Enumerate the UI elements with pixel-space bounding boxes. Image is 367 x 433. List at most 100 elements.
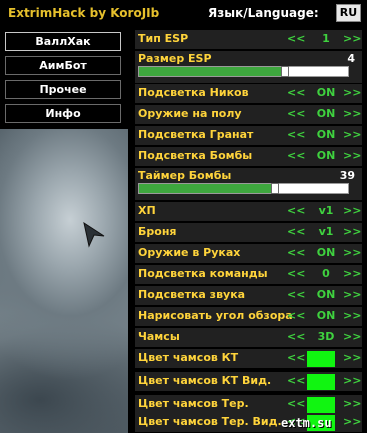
- slider-value: 4: [347, 52, 355, 65]
- next-arrow-button[interactable]: >>: [343, 397, 361, 410]
- slider-fill: [139, 184, 275, 193]
- setting-label: Тип ESP: [138, 32, 189, 45]
- setting-row-armor: Броня << v1 >>: [135, 223, 362, 242]
- tab-info[interactable]: Инфо: [5, 104, 121, 123]
- next-arrow-button[interactable]: >>: [343, 288, 361, 301]
- slider-thumb[interactable]: [281, 66, 290, 77]
- setting-row-team-glow: Подсветка команды << 0 >>: [135, 265, 362, 284]
- setting-value: v1: [318, 225, 334, 238]
- setting-row-bomb-glow: Подсветка Бомбы << ON >>: [135, 147, 362, 166]
- tab-wallhack[interactable]: ВаллХак: [5, 32, 121, 51]
- setting-label: Броня: [138, 225, 177, 238]
- setting-row-grenade-glow: Подсветка Гранат << ON >>: [135, 126, 362, 145]
- setting-value: ON: [316, 107, 336, 120]
- setting-label: Цвет чамсов КТ: [138, 351, 239, 364]
- prev-arrow-button[interactable]: <<: [287, 288, 305, 301]
- slider-track[interactable]: [138, 183, 349, 194]
- language-button[interactable]: RU: [336, 4, 361, 22]
- next-arrow-button[interactable]: >>: [343, 204, 361, 217]
- prev-arrow-button[interactable]: <<: [287, 204, 305, 217]
- prev-arrow-button[interactable]: <<: [287, 374, 305, 387]
- setting-value: ON: [316, 149, 336, 162]
- setting-label: Оружие в Руках: [138, 246, 241, 259]
- setting-row-hp: ХП << v1 >>: [135, 202, 362, 221]
- color-row-chams-t: Цвет чамсов Тер. << >>: [135, 395, 362, 414]
- prev-arrow-button[interactable]: <<: [287, 107, 305, 120]
- setting-label: Нарисовать угол обзора: [138, 309, 293, 322]
- setting-value: 1: [322, 32, 330, 45]
- title-bar: ExtrimHack by KoroJIb Язык/Language: RU: [0, 0, 367, 27]
- tab-aimbot[interactable]: АимБот: [5, 56, 121, 75]
- setting-row-nick-glow: Подсветка Ников << ON >>: [135, 84, 362, 103]
- setting-label: Подсветка Гранат: [138, 128, 254, 141]
- color-row-chams-ct: Цвет чамсов КТ << >>: [135, 349, 362, 368]
- next-arrow-button[interactable]: >>: [343, 309, 361, 322]
- watermark: extm.su: [281, 416, 332, 430]
- mouse-cursor-icon: [83, 222, 105, 248]
- setting-row-sound-glow: Подсветка звука << ON >>: [135, 286, 362, 305]
- prev-arrow-button[interactable]: <<: [287, 32, 305, 45]
- setting-value: ON: [316, 309, 336, 322]
- slider-label: Размер ESP: [138, 52, 212, 65]
- prev-arrow-button[interactable]: <<: [287, 86, 305, 99]
- next-arrow-button[interactable]: >>: [343, 86, 361, 99]
- next-arrow-button[interactable]: >>: [343, 267, 361, 280]
- next-arrow-button[interactable]: >>: [343, 246, 361, 259]
- setting-label: ХП: [138, 204, 156, 217]
- prev-arrow-button[interactable]: <<: [287, 225, 305, 238]
- setting-label: Оружие на полу: [138, 107, 242, 120]
- prev-arrow-button[interactable]: <<: [287, 397, 305, 410]
- setting-row-floor-weapons: Оружие на полу << ON >>: [135, 105, 362, 124]
- prev-arrow-button[interactable]: <<: [287, 309, 305, 322]
- prev-arrow-button[interactable]: <<: [287, 246, 305, 259]
- next-arrow-button[interactable]: >>: [343, 330, 361, 343]
- slider-thumb[interactable]: [270, 183, 279, 194]
- settings-panel: Тип ESP << 1 >> Размер ESP 4 Подсветка Н…: [128, 27, 367, 433]
- setting-value: 0: [322, 267, 330, 280]
- setting-label: Цвет чамсов Тер.: [138, 397, 249, 410]
- color-swatch[interactable]: [307, 351, 335, 367]
- next-arrow-button[interactable]: >>: [343, 149, 361, 162]
- setting-label: Подсветка звука: [138, 288, 246, 301]
- prev-arrow-button[interactable]: <<: [287, 267, 305, 280]
- next-arrow-button[interactable]: >>: [343, 374, 361, 387]
- prev-arrow-button[interactable]: <<: [287, 149, 305, 162]
- next-arrow-button[interactable]: >>: [343, 107, 361, 120]
- color-swatch[interactable]: [307, 397, 335, 413]
- setting-label: Чамсы: [138, 330, 180, 343]
- setting-label: Подсветка Ников: [138, 86, 249, 99]
- color-row-chams-ct-visible: Цвет чамсов КТ Вид. << >>: [135, 372, 362, 391]
- sidebar: ВаллХак АимБот Прочее Инфо: [0, 27, 128, 129]
- color-swatch[interactable]: [307, 374, 335, 390]
- setting-row-esp-type: Тип ESP << 1 >>: [135, 30, 362, 49]
- setting-row-fov-angle: Нарисовать угол обзора << ON >>: [135, 307, 362, 326]
- setting-label: Цвет чамсов КТ Вид.: [138, 374, 272, 387]
- language-label: Язык/Language:: [208, 6, 319, 20]
- setting-row-chams: Чамсы << 3D >>: [135, 328, 362, 347]
- setting-row-weapon-in-hands: Оружие в Руках << ON >>: [135, 244, 362, 263]
- next-arrow-button[interactable]: >>: [343, 128, 361, 141]
- prev-arrow-button[interactable]: <<: [287, 128, 305, 141]
- setting-label: Цвет чамсов Тер. Вид.: [138, 415, 282, 428]
- setting-value: ON: [316, 128, 336, 141]
- setting-value: ON: [316, 86, 336, 99]
- setting-label: Подсветка Бомбы: [138, 149, 253, 162]
- setting-value: v1: [318, 204, 334, 217]
- next-arrow-button[interactable]: >>: [343, 225, 361, 238]
- setting-value: 3D: [317, 330, 335, 343]
- tab-misc[interactable]: Прочее: [5, 80, 121, 99]
- next-arrow-button[interactable]: >>: [343, 415, 361, 428]
- next-arrow-button[interactable]: >>: [343, 32, 361, 45]
- setting-label: Подсветка команды: [138, 267, 268, 280]
- slider-track[interactable]: [138, 66, 349, 77]
- app-title: ExtrimHack by KoroJIb: [8, 6, 160, 20]
- setting-value: ON: [316, 246, 336, 259]
- slider-bomb-timer: Таймер Бомбы 39: [135, 168, 362, 200]
- prev-arrow-button[interactable]: <<: [287, 330, 305, 343]
- slider-esp-size: Размер ESP 4: [135, 51, 362, 83]
- prev-arrow-button[interactable]: <<: [287, 351, 305, 364]
- next-arrow-button[interactable]: >>: [343, 351, 361, 364]
- slider-label: Таймер Бомбы: [138, 169, 232, 182]
- slider-fill: [139, 67, 286, 76]
- slider-value: 39: [339, 169, 355, 182]
